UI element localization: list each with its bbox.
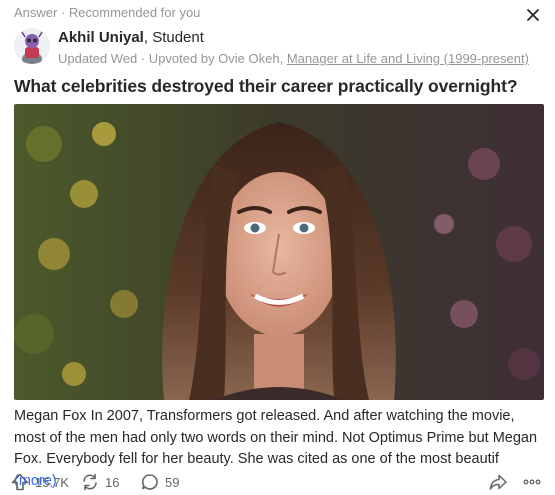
upvote-count: 15.7K — [35, 474, 69, 490]
share-button[interactable] — [488, 470, 508, 494]
comment-button[interactable]: 59 — [140, 470, 179, 494]
comment-icon — [141, 474, 158, 490]
feed-context-label: Answer · Recommended for you — [14, 5, 201, 20]
reshare-count: 16 — [105, 474, 120, 490]
reshare-icon — [83, 473, 97, 491]
upvote-icon — [11, 473, 29, 491]
more-options-button[interactable] — [522, 470, 542, 494]
author-name[interactable]: Akhil Uniyal — [58, 29, 144, 46]
action-bar: 15.7K 16 59 — [10, 470, 545, 494]
upvote-button[interactable]: 15.7K — [10, 470, 69, 494]
author-credential: , Student — [143, 29, 204, 46]
upvoter-credential-link[interactable]: Manager at Life and Living (1999-present… — [287, 51, 529, 66]
answer-preview-text: Megan Fox In 2007, Transformers got rele… — [14, 408, 538, 467]
comment-count: 59 — [165, 474, 180, 490]
updated-upvoted-text: Updated Wed · Upvoted by Ovie Okeh, — [58, 51, 287, 66]
close-icon — [527, 9, 539, 21]
answer-meta: Updated Wed · Upvoted by Ovie Okeh, Mana… — [58, 51, 529, 66]
question-title[interactable]: What celebrities destroyed their career … — [14, 76, 544, 97]
share-icon — [489, 474, 507, 490]
author-line: Akhil Uniyal, Student — [58, 29, 204, 46]
reshare-button[interactable]: 16 — [80, 470, 119, 494]
ellipsis-icon — [523, 479, 541, 485]
answer-image[interactable] — [14, 104, 544, 400]
close-button[interactable] — [521, 3, 545, 27]
avatar[interactable] — [14, 28, 50, 64]
